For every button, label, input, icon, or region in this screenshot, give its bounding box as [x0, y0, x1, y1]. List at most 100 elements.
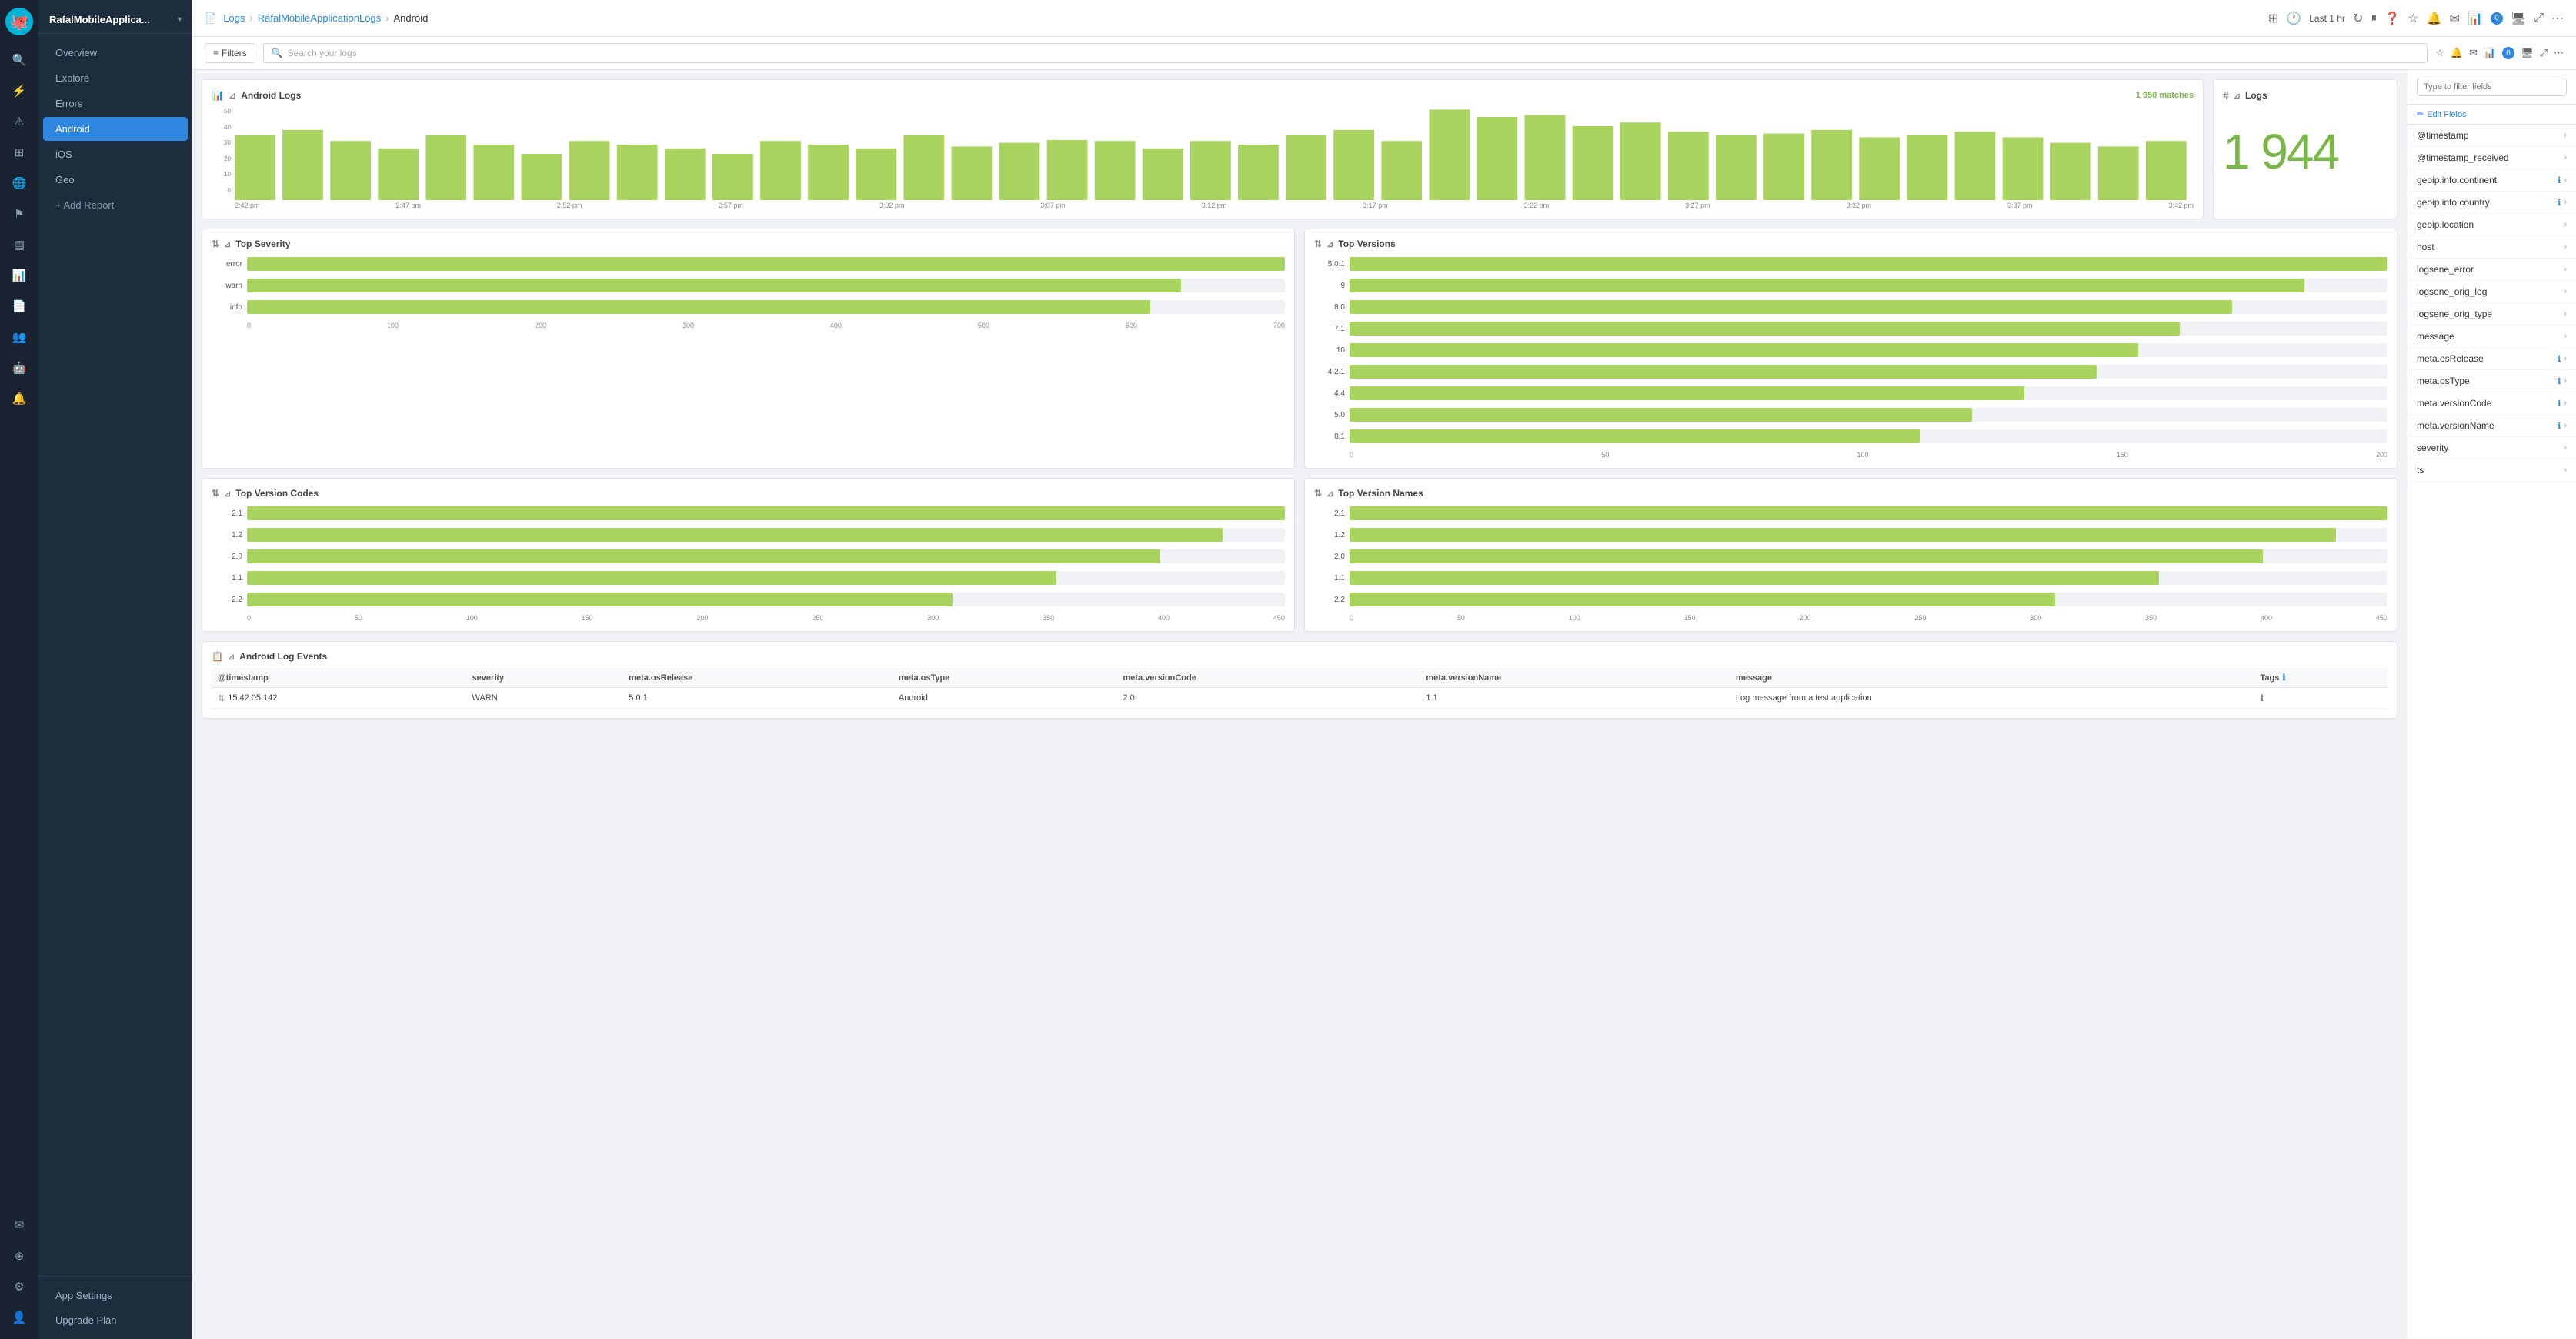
more-icon[interactable]: ⋯ — [2551, 11, 2564, 26]
version-501-label: 5.0.1 — [1314, 260, 1345, 269]
sidebar-item-upgrade-plan[interactable]: Upgrade Plan — [43, 1308, 188, 1332]
field-host[interactable]: host › — [2407, 236, 2576, 259]
field-logsene-orig-log[interactable]: logsene_orig_log › — [2407, 281, 2576, 303]
top-versions-title: ⇅ ⊿ Top Versions — [1314, 239, 2387, 249]
user-icon[interactable]: 👤 — [5, 1304, 33, 1331]
clock-icon: 🕐 — [2286, 11, 2301, 26]
sort-icon-v: ⇅ — [1314, 239, 1322, 249]
expand-filter-icon[interactable]: ⤢ — [2540, 47, 2548, 59]
top-version-codes-title: ⇅ ⊿ Top Version Codes — [212, 488, 1285, 499]
sidebar-item-overview[interactable]: Overview — [43, 41, 188, 65]
bell-filter-icon[interactable]: 🔔 — [2451, 47, 2463, 59]
field-timestamp-received[interactable]: @timestamp_received › — [2407, 147, 2576, 169]
document-icon[interactable]: 📄 — [5, 292, 33, 320]
field-geoip-location[interactable]: geoip.location › — [2407, 214, 2576, 236]
filter-icon-sev: ⊿ — [224, 239, 231, 249]
chevron-right-icon: › — [2564, 376, 2567, 386]
chart-icon[interactable]: 📊 — [5, 262, 33, 289]
filters-button[interactable]: ≡ Filters — [205, 43, 255, 63]
screen-icon[interactable]: 🖥 — [2511, 11, 2526, 26]
refresh-icon[interactable]: ↻ — [2353, 11, 2363, 26]
row-expand-icon[interactable]: ⇅ — [218, 693, 225, 703]
sidebar-item-explore[interactable]: Explore — [43, 66, 188, 90]
sort-icon-vn: ⇅ — [1314, 488, 1322, 499]
y-label-50: 50 — [224, 108, 231, 115]
chevron-right-icon: › — [2564, 421, 2567, 430]
y-label-40: 40 — [224, 124, 231, 131]
search-icon[interactable]: 🔍 — [5, 46, 33, 74]
app-logo[interactable]: 🐙 — [5, 8, 33, 35]
pause-icon[interactable]: ⏸ — [2371, 12, 2377, 25]
mail-filter-icon[interactable]: ✉ — [2469, 47, 2478, 59]
breadcrumb-app-logs[interactable]: RafalMobileApplicationLogs — [258, 12, 381, 24]
severity-warn-label: warn — [212, 282, 242, 290]
field-meta-ostype[interactable]: meta.osType ℹ › — [2407, 370, 2576, 392]
breadcrumb-current: Android — [394, 12, 429, 24]
field-meta-versionname[interactable]: meta.versionName ℹ › — [2407, 415, 2576, 437]
filter-icon-vc: ⊿ — [224, 489, 231, 499]
robot-icon[interactable]: 🤖 — [5, 354, 33, 382]
right-panel: ✏ Edit Fields @timestamp › @timestamp_re… — [2407, 70, 2576, 1339]
chart-filter-icon[interactable]: 📊 — [2484, 47, 2496, 59]
sidebar-item-android[interactable]: Android — [43, 117, 188, 141]
field-ts[interactable]: ts › — [2407, 459, 2576, 482]
app-header[interactable]: RafalMobileApplica... ▾ — [38, 6, 192, 34]
sidebar-item-geo[interactable]: Geo — [43, 168, 188, 192]
globe-icon[interactable]: 🌐 — [5, 169, 33, 197]
edit-fields-button[interactable]: ✏ Edit Fields — [2407, 105, 2576, 125]
settings-icon[interactable]: ⚙ — [5, 1273, 33, 1301]
app-name: RafalMobileApplica... — [49, 14, 150, 25]
screen-filter-icon[interactable]: 🖥 — [2521, 47, 2534, 59]
expand-icon[interactable]: ⤢ — [2534, 12, 2544, 25]
grid-icon[interactable]: ⊞ — [5, 139, 33, 166]
y-label-30: 30 — [224, 139, 231, 146]
chevron-right-icon: › — [2564, 309, 2567, 319]
icon-sidebar: 🐙 🔍 ⚡ ⚠ ⊞ 🌐 ⚑ ▤ 📊 📄 👥 🤖 🔔 ✉ ⊕ ⚙ 👤 — [0, 0, 38, 1339]
bell-icon[interactable]: 🔔 — [2427, 11, 2442, 26]
field-logsene-error[interactable]: logsene_error › — [2407, 259, 2576, 281]
sort-icon: ⇅ — [212, 239, 219, 249]
alert-icon[interactable]: 🔔 — [5, 385, 33, 412]
time-label: Last 1 hr — [2309, 13, 2345, 24]
severity-axis: 0100200300400500600700 — [212, 322, 1285, 329]
filter-icon-sm: ⊿ — [229, 90, 236, 101]
flag-icon[interactable]: ⚑ — [5, 200, 33, 228]
severity-info-label: info — [212, 303, 242, 312]
cell-ostype: Android — [893, 688, 1117, 709]
log-big-number: 1 944 — [2223, 123, 2387, 180]
fields-filter-input[interactable] — [2417, 78, 2567, 96]
help-icon[interactable]: ❓ — [2384, 11, 2400, 26]
report-icon[interactable]: 📊 — [2468, 11, 2483, 26]
filter-bar-right: ☆ 🔔 ✉ 📊 0 🖥 ⤢ ⋯ — [2435, 47, 2564, 59]
field-message[interactable]: message › — [2407, 326, 2576, 348]
nodes-icon[interactable]: ⊕ — [5, 1242, 33, 1270]
lightning-icon[interactable]: ⚡ — [5, 77, 33, 105]
field-meta-versioncode[interactable]: meta.versionCode ℹ › — [2407, 392, 2576, 415]
sort-icon-vc: ⇅ — [212, 488, 219, 499]
more-filter-icon[interactable]: ⋯ — [2554, 47, 2564, 59]
search-box[interactable]: 🔍 Search your logs — [263, 43, 2428, 63]
email-icon[interactable]: ✉ — [2450, 11, 2460, 26]
field-geoip-country[interactable]: geoip.info.country ℹ › — [2407, 192, 2576, 214]
error-icon[interactable]: ⚠ — [5, 108, 33, 135]
sidebar-item-app-settings[interactable]: App Settings — [43, 1284, 188, 1307]
field-severity[interactable]: severity › — [2407, 437, 2576, 459]
filter-icon-vn: ⊿ — [1326, 489, 1333, 499]
severity-warn-track — [247, 279, 1285, 292]
top-versions-panel: ⇅ ⊿ Top Versions 5.0.1 9 — [1304, 229, 2397, 469]
sidebar-item-ios[interactable]: iOS — [43, 142, 188, 166]
users-icon[interactable]: 👥 — [5, 323, 33, 351]
mail-icon[interactable]: ✉ — [5, 1211, 33, 1239]
star-filter-icon[interactable]: ☆ — [2435, 47, 2444, 59]
top-severity-chart: error warn info — [212, 257, 1285, 314]
field-geoip-continent[interactable]: geoip.info.continent ℹ › — [2407, 169, 2576, 192]
breadcrumb-logs[interactable]: Logs — [223, 12, 245, 24]
star-icon[interactable]: ☆ — [2407, 11, 2418, 26]
sidebar-item-errors[interactable]: Errors — [43, 92, 188, 115]
field-meta-osrelease[interactable]: meta.osRelease ℹ › — [2407, 348, 2576, 370]
add-report-button[interactable]: + Add Report — [43, 193, 188, 217]
field-logsene-orig-type[interactable]: logsene_orig_type › — [2407, 303, 2576, 326]
apps-icon[interactable]: ⊞ — [2268, 11, 2278, 26]
field-timestamp[interactable]: @timestamp › — [2407, 125, 2576, 147]
layers-icon[interactable]: ▤ — [5, 231, 33, 259]
